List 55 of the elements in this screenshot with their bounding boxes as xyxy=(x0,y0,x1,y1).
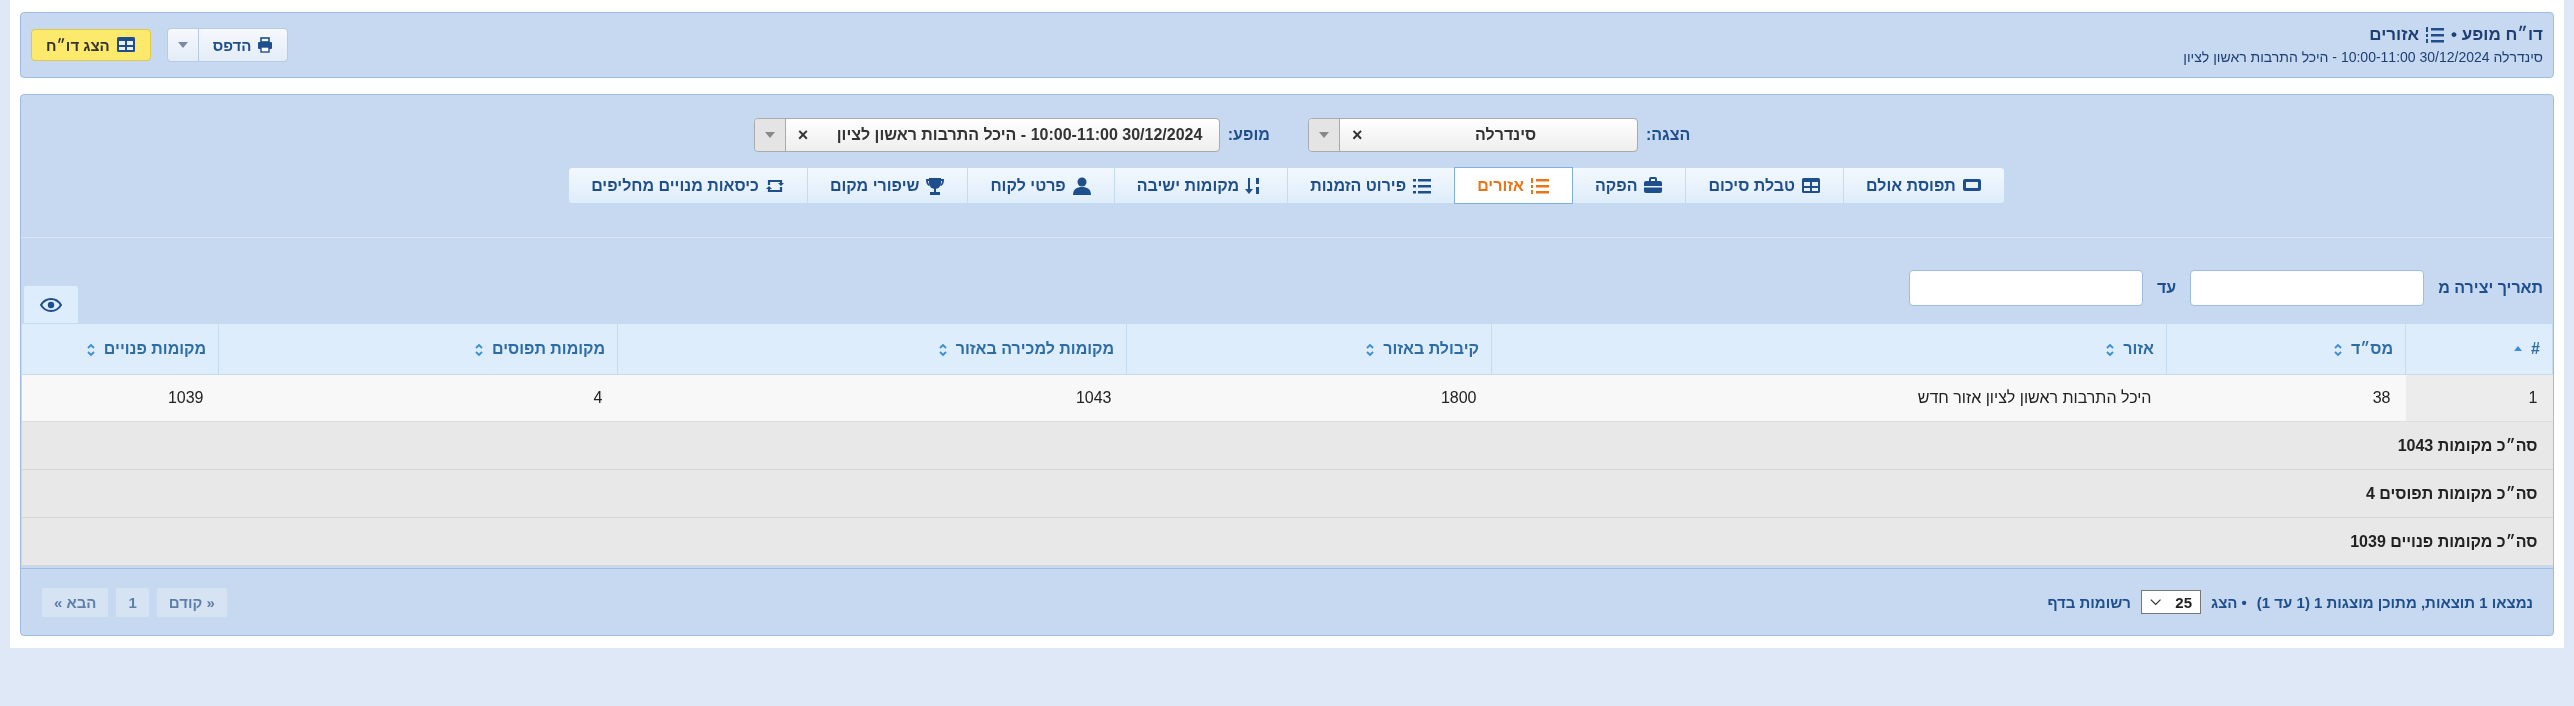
table-cell: 1800 xyxy=(1126,374,1492,422)
briefcase-icon xyxy=(1643,175,1664,196)
page-size-select[interactable]: 25 xyxy=(2141,590,2201,614)
list-icon xyxy=(2425,25,2445,45)
column-header[interactable]: אזור xyxy=(1491,323,2167,375)
table-cell: 1 xyxy=(2405,374,2553,422)
date-field[interactable] xyxy=(2190,270,2425,306)
filter-label: הצגה: xyxy=(1645,126,1691,144)
filter-label: עד xyxy=(2157,279,2177,297)
tab[interactable]: שיפורי מקום xyxy=(806,167,969,204)
printer-icon xyxy=(257,37,274,53)
user-icon xyxy=(1071,175,1092,196)
date-field[interactable] xyxy=(1909,270,2143,306)
column-header[interactable]: # xyxy=(2405,323,2553,375)
tab[interactable]: פירוט הזמנות xyxy=(1287,167,1456,204)
tab[interactable]: תפוסת אולם xyxy=(1843,167,2005,204)
table-cell: 38 xyxy=(2166,374,2406,422)
filter-label: מופע: xyxy=(1227,126,1270,144)
column-header[interactable]: מקומות תפוסים xyxy=(218,323,618,375)
summary-cell: סה״כ מקומות פנויים 1039 xyxy=(21,517,2553,566)
caret-icon xyxy=(764,132,775,138)
column-header[interactable]: מקומות למכירה באזור xyxy=(617,323,1127,375)
filter-label: תאריך יצירה מ xyxy=(2438,279,2543,297)
numbered-list-icon xyxy=(1529,175,1550,196)
column-header[interactable]: מס״ד xyxy=(2166,323,2406,375)
eye-icon xyxy=(40,297,62,312)
summary-cell: סה״כ מקומות 1043 xyxy=(21,421,2553,470)
tab[interactable]: הפקה xyxy=(1571,167,1687,204)
select-field[interactable]: 30/12/2024 10:00-11:00 - היכל התרבות ראשון לציון × xyxy=(753,118,1220,152)
tab[interactable]: מקומות ישיבה xyxy=(1113,167,1289,204)
tab[interactable]: פרטי לקוח xyxy=(967,167,1115,204)
report-title: אזורים xyxy=(2369,25,2419,45)
show-report-button[interactable]: הצג דו״ח xyxy=(31,29,151,61)
tab[interactable]: טבלת סיכום xyxy=(1685,167,1845,204)
table-cell: היכל התרבות ראשון לציון אזור חדש xyxy=(1491,374,2167,422)
report-title-prefix: דו״ח מופע • xyxy=(2451,25,2543,45)
table-icon xyxy=(1801,175,1822,196)
per-page-label: רשומות בדף xyxy=(2047,593,2131,611)
tab[interactable]: כיסאות מנויים מחליפים xyxy=(568,167,808,204)
select-field[interactable]: סינדרלה × xyxy=(1307,118,1638,152)
table-cell: 4 xyxy=(218,374,618,422)
table-cell: 1039 xyxy=(21,374,219,422)
column-visibility-button[interactable] xyxy=(23,285,79,323)
chevron-icon xyxy=(2150,598,2162,606)
trophy-icon xyxy=(925,175,946,196)
show-label: • הצג xyxy=(2211,593,2247,611)
results-summary: נמצאו 1 תוצאות, מתוכן מוצגות 1 (1 עד 1) xyxy=(2256,593,2533,611)
column-header[interactable]: קיבולת באזור xyxy=(1126,323,1492,375)
table-icon xyxy=(115,35,136,55)
table-cell: 1043 xyxy=(617,374,1127,422)
caret-icon xyxy=(177,42,188,48)
column-header[interactable]: מקומות פנויים xyxy=(21,323,219,375)
summary-cell: סה״כ מקומות תפוסים 4 xyxy=(21,469,2553,518)
report-subtitle: סינדרלה 30/12/2024 10:00-11:00 - היכל התרבות ראשון לציון xyxy=(2183,49,2543,65)
caret-icon xyxy=(1318,132,1329,138)
